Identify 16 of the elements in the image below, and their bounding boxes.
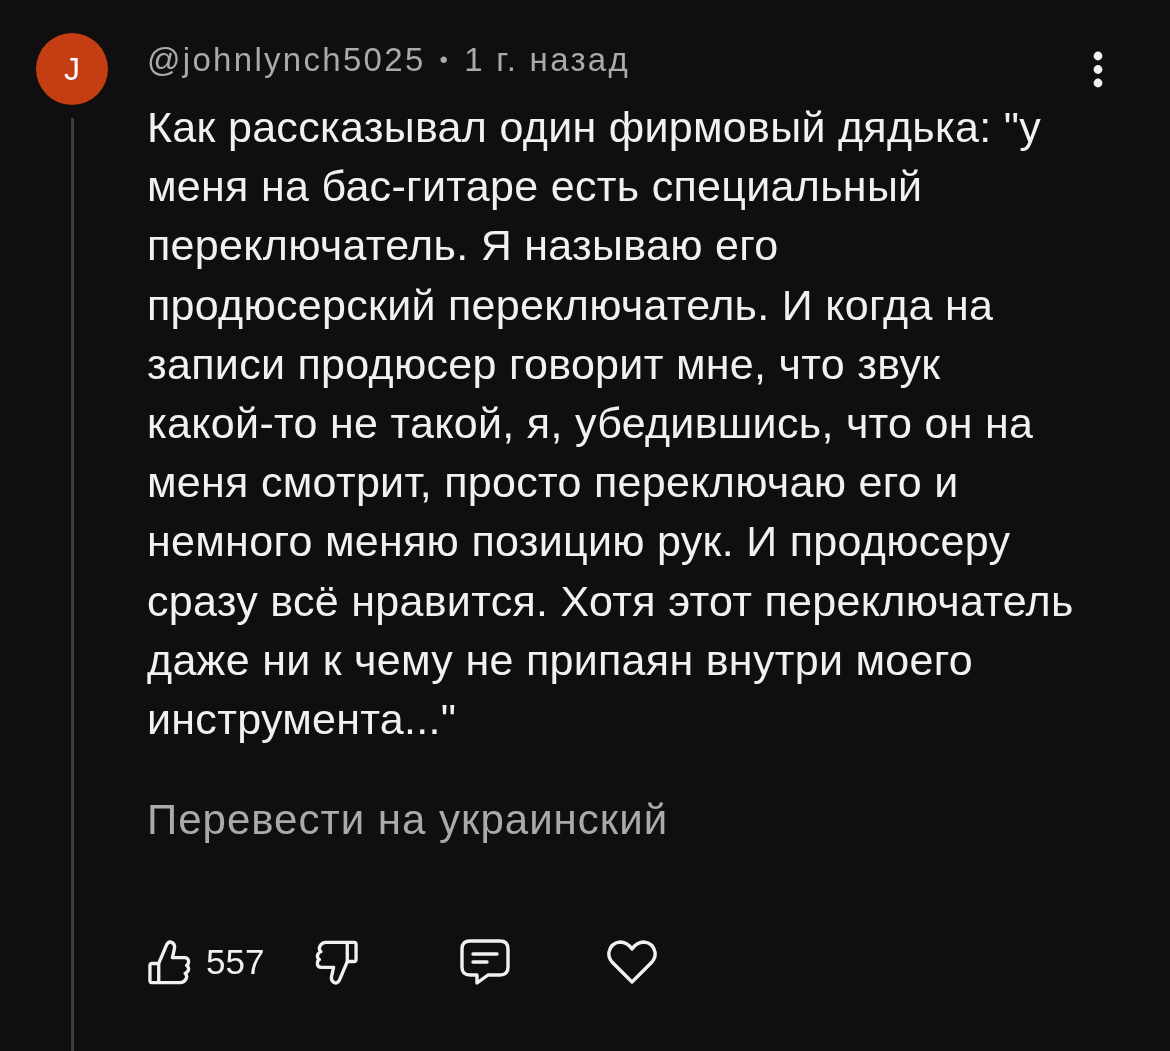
reply-button[interactable]	[460, 938, 511, 987]
dislike-button[interactable]	[314, 938, 360, 987]
like-button[interactable]: 557	[147, 938, 265, 987]
more-options-button[interactable]	[1093, 51, 1103, 88]
timestamp: 1 г. назад	[464, 40, 631, 80]
comment-icon	[460, 939, 511, 986]
vertical-dots-icon	[1093, 51, 1103, 88]
separator-dot: •	[439, 45, 451, 75]
author-name[interactable]: @johnlynch5025	[147, 40, 426, 80]
translate-link[interactable]: Перевести на украинский	[147, 795, 669, 846]
heart-icon	[607, 939, 658, 986]
avatar[interactable]: J	[36, 33, 108, 105]
thumbs-up-icon	[147, 938, 192, 986]
thumbs-down-icon	[314, 938, 360, 986]
comment-text: Как рассказывал один фирмовый дядька: "у меня на бас-гитаре есть специальный переключатель. Я называю его продюсерский переключатель. И когда на записи продюсер говорит мне, что звук какой-то не такой, я, убедившись, что он на меня смотрит, просто переключаю его и немного меняю позицию рук. И продюсеру сразу всё нравится. Хотя этот переключатель даже ни к чему не припаян внутри моего инструмента..."	[147, 102, 1075, 746]
heart-button[interactable]	[607, 938, 658, 987]
